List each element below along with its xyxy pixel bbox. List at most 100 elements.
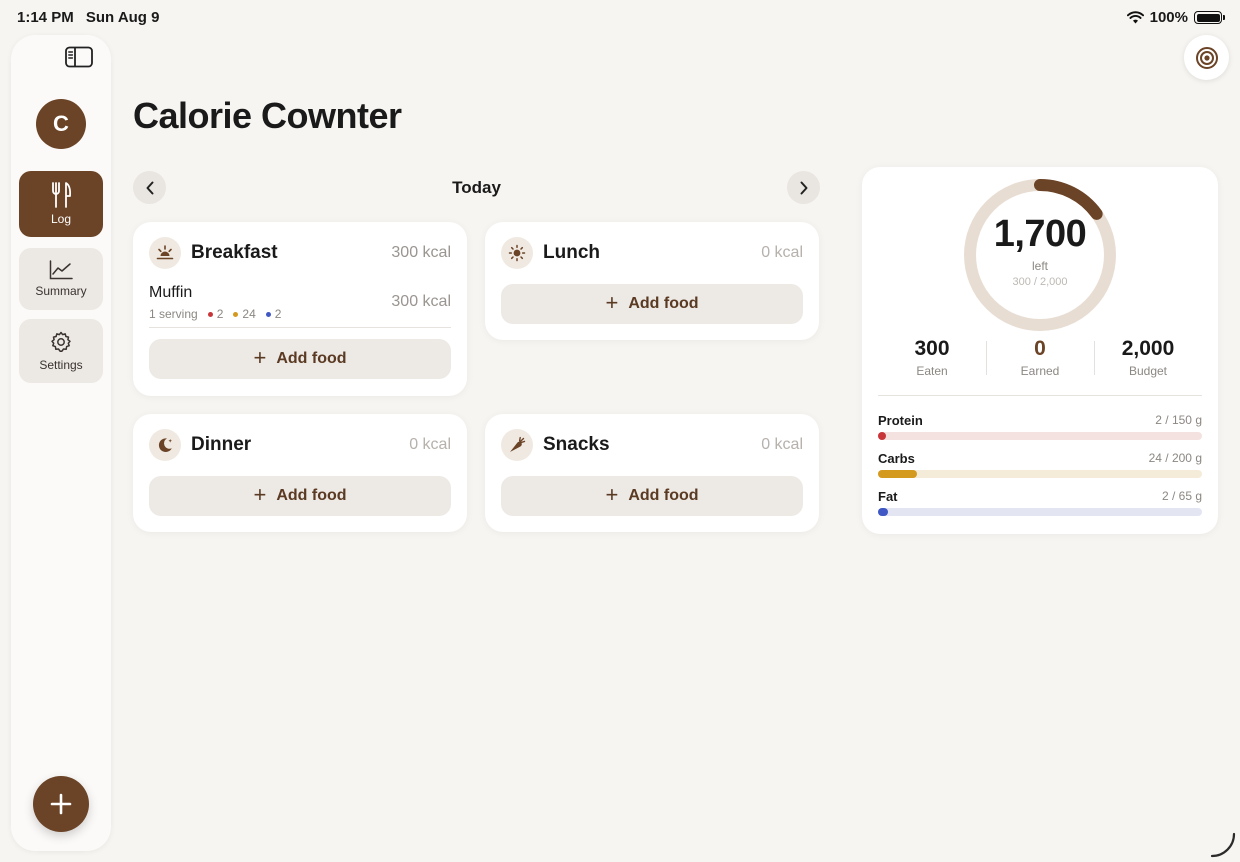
add-food-label: Add food bbox=[276, 487, 347, 504]
meal-title: Dinner bbox=[191, 434, 252, 455]
stat-label: Eaten bbox=[916, 364, 948, 378]
add-food-button-dinner[interactable]: + Add food bbox=[149, 476, 451, 516]
sun-icon bbox=[501, 237, 533, 269]
meal-kcal: 0 kcal bbox=[409, 436, 451, 453]
fork-knife-icon bbox=[52, 182, 72, 208]
goals-button[interactable] bbox=[1184, 35, 1229, 80]
meal-card-lunch: Lunch 0 kcal + Add food bbox=[485, 222, 819, 340]
sidebar-item-label: Settings bbox=[39, 358, 83, 372]
meal-card-dinner: Dinner 0 kcal + Add food bbox=[133, 414, 467, 532]
macro-progress-bar bbox=[878, 432, 1202, 440]
protein-amount: 2 bbox=[207, 307, 223, 321]
food-name: Muffin bbox=[149, 284, 193, 301]
add-food-button-snacks[interactable]: + Add food bbox=[501, 476, 803, 516]
macro-progress-fill bbox=[878, 508, 889, 516]
wifi-icon bbox=[1126, 11, 1144, 24]
macro-progress-fill bbox=[878, 432, 887, 440]
divider bbox=[878, 395, 1202, 396]
chart-line-icon bbox=[49, 260, 73, 280]
target-icon bbox=[1195, 46, 1218, 69]
summary-card: 1,700 left 300 / 2,000 300 Eaten 0 Earne… bbox=[862, 167, 1218, 534]
meal-card-snacks: Snacks 0 kcal + Add food bbox=[485, 414, 819, 532]
sidebar-toggle-button[interactable] bbox=[65, 46, 93, 68]
meal-card-breakfast: Breakfast 300 kcal Muffin 1 serving 2 24… bbox=[133, 222, 467, 396]
add-food-label: Add food bbox=[276, 350, 347, 367]
battery-icon bbox=[1194, 11, 1225, 24]
chevron-right-icon bbox=[800, 181, 807, 194]
calories-remaining-label: left bbox=[1031, 259, 1048, 273]
plus-icon: + bbox=[605, 290, 619, 315]
macro-protein: Protein 2 / 150 g bbox=[878, 413, 1202, 443]
sidebar-item-label: Log bbox=[50, 212, 72, 226]
gear-icon bbox=[51, 331, 71, 352]
macro-name: Protein bbox=[878, 413, 923, 428]
carrot-icon bbox=[501, 429, 533, 461]
stat-eaten: 300 Eaten bbox=[878, 337, 986, 379]
macro-name: Fat bbox=[878, 489, 898, 504]
sidebar-item-settings[interactable]: Settings bbox=[19, 319, 103, 383]
plus-icon bbox=[50, 793, 72, 815]
meal-kcal: 300 kcal bbox=[391, 244, 451, 261]
meal-header: Lunch 0 kcal bbox=[501, 237, 803, 269]
moon-icon bbox=[149, 429, 181, 461]
calories-remaining: 1,700 bbox=[993, 213, 1087, 255]
meal-header: Breakfast 300 kcal bbox=[149, 237, 451, 269]
status-right: 100% bbox=[1126, 9, 1225, 26]
macro-name: Carbs bbox=[878, 451, 915, 466]
avatar[interactable]: C bbox=[36, 99, 86, 149]
next-day-button[interactable] bbox=[787, 171, 820, 204]
fat-amount: 2 bbox=[265, 307, 281, 321]
macro-progress-bar bbox=[878, 470, 1202, 478]
meal-title: Breakfast bbox=[191, 242, 278, 263]
macro-progress-fill bbox=[878, 470, 917, 478]
food-item-muffin[interactable]: Muffin 1 serving 2 24 2 300 kcal bbox=[149, 284, 451, 328]
add-food-label: Add food bbox=[628, 295, 699, 312]
meal-header: Snacks 0 kcal bbox=[501, 429, 803, 461]
plus-icon: + bbox=[253, 482, 267, 507]
calorie-stats: 300 Eaten 0 Earned 2,000 Budget bbox=[878, 337, 1202, 379]
meal-header: Dinner 0 kcal bbox=[149, 429, 451, 461]
macro-carbs: Carbs 24 / 200 g bbox=[878, 451, 1202, 481]
add-food-button-breakfast[interactable]: + Add food bbox=[149, 339, 451, 379]
date-label: Today bbox=[452, 178, 501, 197]
battery-percent: 100% bbox=[1149, 9, 1188, 26]
date-nav: Today bbox=[133, 171, 820, 204]
add-button[interactable] bbox=[33, 776, 89, 832]
sidebar-item-log[interactable]: Log bbox=[19, 171, 103, 237]
macro-amount: 24 / 200 g bbox=[1148, 451, 1202, 465]
carbs-amount: 24 bbox=[233, 307, 256, 321]
status-time: 1:14 PM bbox=[17, 9, 74, 26]
stat-value: 0 bbox=[1034, 337, 1046, 360]
plus-icon: + bbox=[605, 482, 619, 507]
stat-label: Earned bbox=[1020, 364, 1060, 378]
sunrise-icon bbox=[149, 237, 181, 269]
status-bar: 1:14 PM Sun Aug 9 100% bbox=[0, 0, 1240, 34]
plus-icon: + bbox=[253, 345, 267, 370]
add-food-label: Add food bbox=[628, 487, 699, 504]
meal-title: Lunch bbox=[543, 242, 600, 263]
food-serving: 1 serving bbox=[149, 307, 198, 321]
food-meta: 1 serving 2 24 2 bbox=[149, 307, 281, 321]
stat-earned: 0 Earned bbox=[986, 337, 1094, 379]
meal-title: Snacks bbox=[543, 434, 610, 455]
add-food-button-lunch[interactable]: + Add food bbox=[501, 284, 803, 324]
calories-progress-text: 300 / 2,000 bbox=[1012, 276, 1068, 288]
sidebar: C Log Summary Settings bbox=[11, 35, 111, 851]
meal-kcal: 0 kcal bbox=[761, 436, 803, 453]
sidebar-icon bbox=[65, 46, 93, 68]
macro-amount: 2 / 65 g bbox=[1161, 489, 1202, 503]
sidebar-item-label: Summary bbox=[35, 284, 87, 298]
page-title: Calorie Cownter bbox=[133, 95, 402, 136]
status-left: 1:14 PM Sun Aug 9 bbox=[17, 9, 167, 26]
stat-value: 2,000 bbox=[1121, 337, 1175, 360]
macro-progress-bar bbox=[878, 508, 1202, 516]
stat-budget: 2,000 Budget bbox=[1094, 337, 1202, 379]
stat-value: 300 bbox=[914, 337, 950, 360]
loading-spinner-icon bbox=[1210, 832, 1236, 858]
sidebar-item-summary[interactable]: Summary bbox=[19, 248, 103, 310]
food-kcal: 300 kcal bbox=[391, 293, 451, 310]
macro-fat: Fat 2 / 65 g bbox=[878, 489, 1202, 519]
meal-kcal: 0 kcal bbox=[761, 244, 803, 261]
stat-label: Budget bbox=[1128, 364, 1168, 378]
status-date: Sun Aug 9 bbox=[85, 9, 160, 26]
